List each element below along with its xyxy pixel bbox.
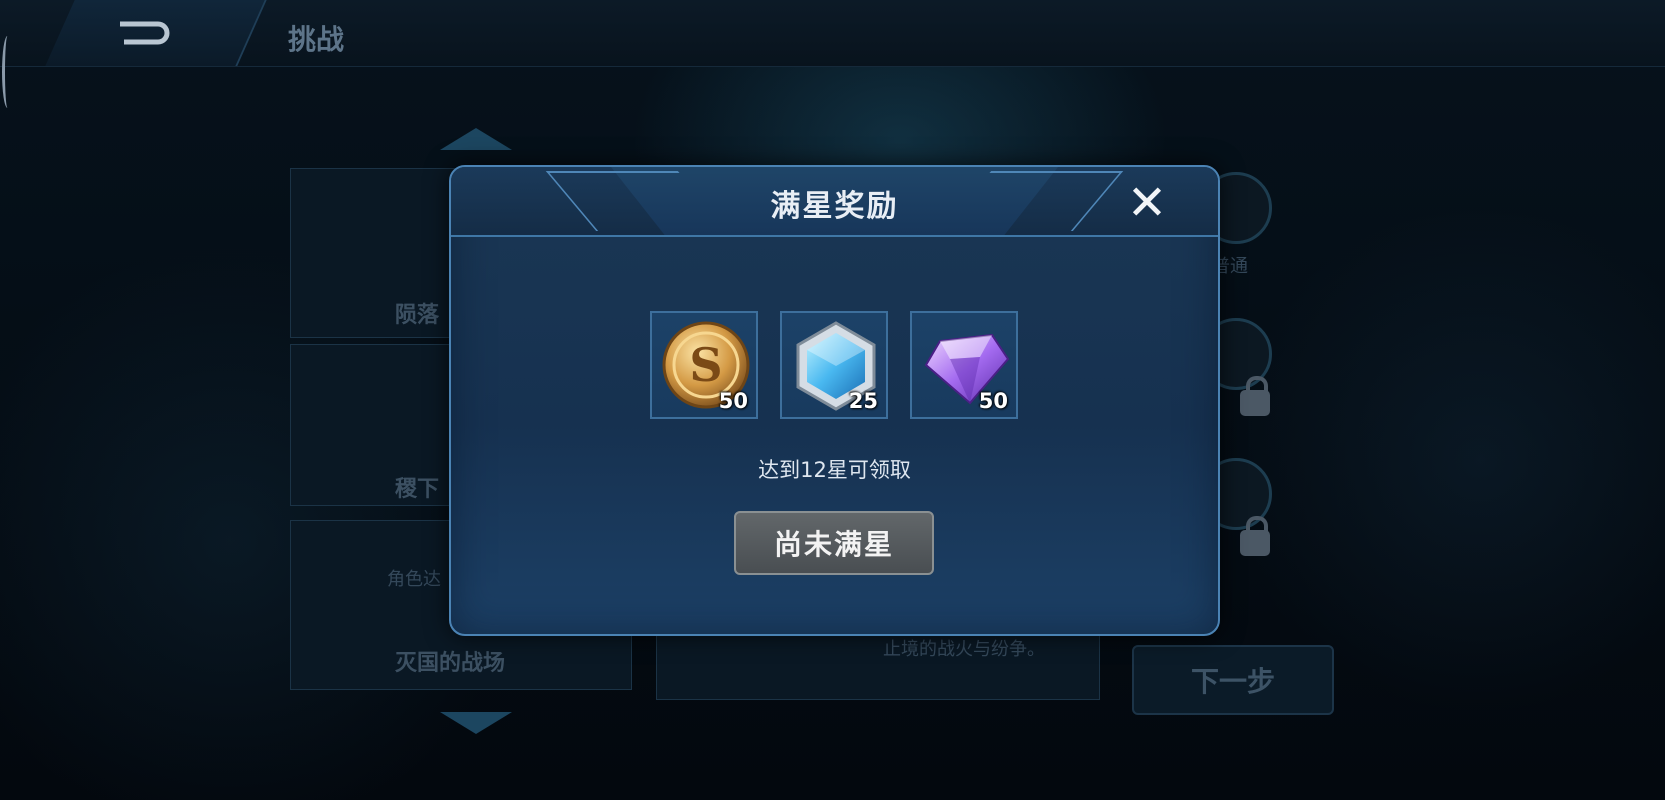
reward-quantity: 25 [848,389,878,413]
reward-item-gold[interactable]: S 50 [650,311,758,419]
dialog-header: 满星奖励 ✕ [451,167,1218,237]
claim-condition-text: 达到12星可领取 [758,458,911,482]
lock-icon [1240,516,1270,556]
reward-list: S 50 25 50 [650,311,1020,423]
top-bar: 挑战 [0,0,1665,67]
level-card-3-hint: 角色达 [387,569,441,590]
reward-quantity: 50 [978,389,1008,413]
level-description-panel: 止境的战火与纷争。 [656,628,1100,700]
not-full-star-button[interactable]: 尚未满星 [734,511,934,575]
back-arrow-icon[interactable] [118,20,174,46]
page-title: 挑战 [288,23,345,56]
next-step-button[interactable]: 下一步 [1132,645,1334,715]
level-card-2-label: 稷下 [395,477,440,502]
scroll-down-arrow-icon[interactable] [440,712,512,734]
svg-text:S: S [689,338,722,392]
level-card-1-label: 陨落 [395,303,440,328]
reward-item-crystal[interactable]: 25 [780,311,888,419]
scroll-up-arrow-icon[interactable] [440,128,512,150]
level-description: 止境的战火与纷争。 [883,639,1045,660]
reward-item-diamond[interactable]: 50 [910,311,1018,419]
level-card-3-label: 灭国的战场 [395,651,506,676]
reward-quantity: 50 [718,389,748,413]
edge-gesture-indicator [2,36,13,108]
full-star-reward-dialog: 满星奖励 ✕ S 50 25 50 达到12星可领取 尚未满星 [449,165,1220,636]
dialog-title: 满星奖励 [770,189,899,224]
close-button[interactable]: ✕ [1123,179,1171,227]
lock-icon [1240,376,1270,416]
